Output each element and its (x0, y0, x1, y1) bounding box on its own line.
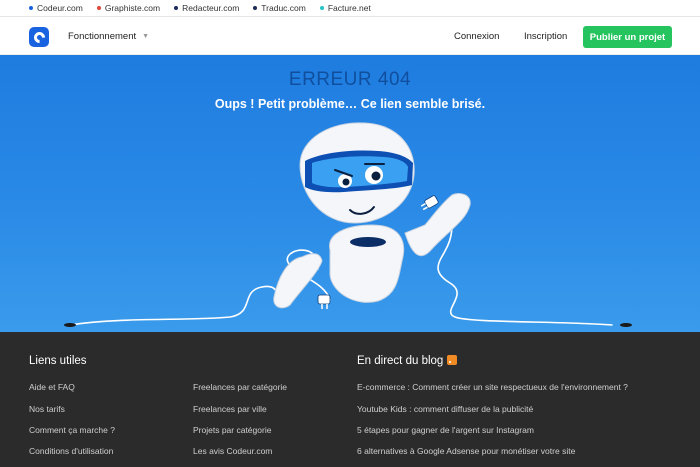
network-bar: Codeur.com Graphiste.com Redacteur.com T… (0, 0, 700, 17)
network-link-codeur[interactable]: Codeur.com (29, 3, 83, 13)
publish-project-button[interactable]: Publier un projet (583, 26, 672, 48)
useful-links-title: Liens utiles (29, 355, 87, 367)
network-link-graphiste[interactable]: Graphiste.com (96, 3, 160, 13)
footer-link[interactable]: Freelances par ville (193, 404, 267, 414)
footer-link[interactable]: Conditions d'utilisation (29, 446, 113, 456)
error-subtitle: Oups ! Petit problème… Ce lien semble br… (214, 97, 486, 111)
footer-link[interactable]: Freelances par catégorie (193, 382, 287, 392)
signup-link[interactable]: Inscription (524, 31, 567, 42)
bullet-icon (174, 6, 179, 10)
blog-post-link[interactable]: Youtube Kids : comment diffuser de la pu… (357, 404, 533, 414)
network-link-redacteur[interactable]: Redacteur.com (174, 3, 239, 13)
logo-c-icon (31, 29, 47, 45)
floor-hole (64, 323, 76, 327)
plug-ground (317, 294, 331, 309)
bullet-icon (319, 6, 324, 10)
error-title: ERREUR 404 (288, 69, 412, 90)
footer-link[interactable]: Aide et FAQ (29, 382, 75, 392)
footer-link[interactable]: Nos tarifs (29, 404, 65, 414)
rss-icon[interactable] (447, 355, 458, 365)
bullet-icon (96, 6, 101, 10)
bullet-icon (29, 6, 33, 10)
login-link[interactable]: Connexion (454, 31, 499, 42)
menu-fonctionnement[interactable]: Fonctionnement ▼ (68, 31, 149, 42)
site-header: Fonctionnement ▼ Connexion Inscription P… (0, 17, 700, 55)
plug-hand (420, 195, 439, 211)
error-hero: ERREUR 404 Oups ! Petit problème… Ce lie… (0, 55, 700, 332)
blog-post-link[interactable]: 6 alternatives à Google Adsense pour mon… (357, 446, 575, 456)
blog-title: En direct du blog (357, 355, 458, 367)
floor-hole (620, 323, 632, 327)
network-link-facture[interactable]: Facture.net (319, 3, 371, 13)
blog-post-link[interactable]: E-commerce : Comment créer un site respe… (357, 382, 628, 392)
site-footer: Liens utiles Aide et FAQ Nos tarifs Comm… (0, 332, 700, 467)
chevron-down-icon: ▼ (142, 33, 150, 40)
blog-post-link[interactable]: 5 étapes pour gagner de l'argent sur Ins… (357, 425, 534, 435)
footer-link[interactable]: Les avis Codeur.com (193, 446, 272, 456)
codeur-logo[interactable] (29, 27, 49, 47)
bullet-icon (253, 6, 258, 10)
network-link-traduc[interactable]: Traduc.com (253, 3, 306, 13)
footer-link[interactable]: Projets par catégorie (193, 425, 271, 435)
footer-link[interactable]: Comment ça marche ? (29, 425, 115, 435)
